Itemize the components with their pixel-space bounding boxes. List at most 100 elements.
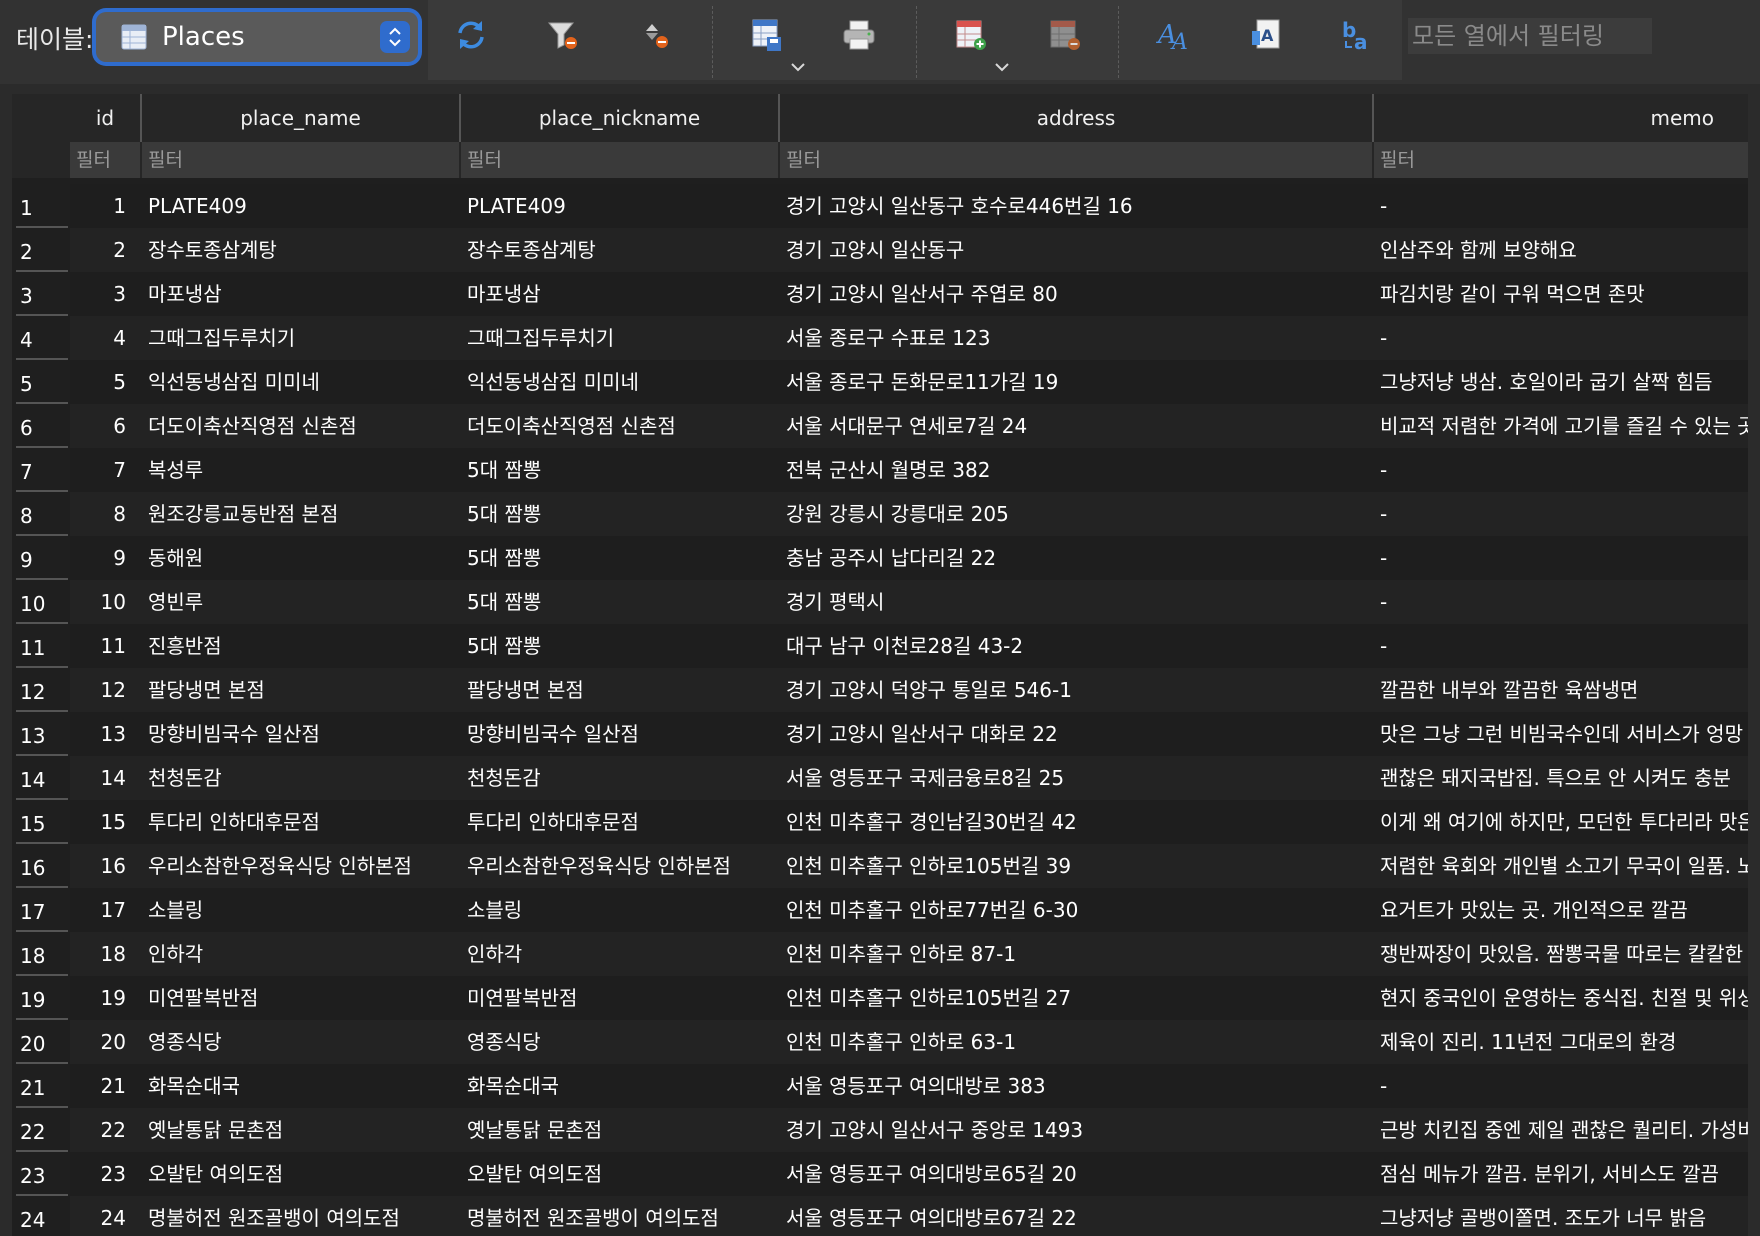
cell-address[interactable]: 강원 강릉시 강릉대로 205 bbox=[780, 492, 1373, 536]
filter-input-place-nickname[interactable] bbox=[461, 142, 780, 178]
cell-address[interactable]: 충남 공주시 납다리길 22 bbox=[780, 536, 1373, 580]
cell-address[interactable]: 경기 고양시 일산동구 bbox=[780, 228, 1373, 272]
row-number[interactable]: 1 bbox=[12, 184, 68, 228]
row-number[interactable]: 10 bbox=[12, 580, 68, 624]
table-row[interactable]: 17 17 소블링 소블링 인천 미추홀구 인하로77번길 6-30 요거트가 맛있는 곳… bbox=[12, 888, 1748, 932]
cell-place-name[interactable]: 동해원 bbox=[142, 536, 460, 580]
cell-memo[interactable]: 요거트가 맛있는 곳. 개인적으로 깔끔 bbox=[1374, 888, 1748, 932]
cell-place-nickname[interactable]: 5대 짬뽕 bbox=[461, 580, 779, 624]
sort-button[interactable] bbox=[634, 14, 680, 60]
cell-memo[interactable]: 맛은 그냥 그런 비빔국수인데 서비스가 엉망 bbox=[1374, 712, 1748, 756]
cell-id[interactable]: 14 bbox=[72, 756, 136, 800]
cell-address[interactable]: 경기 고양시 일산서구 주엽로 80 bbox=[780, 272, 1373, 316]
row-number[interactable]: 15 bbox=[12, 800, 68, 844]
insert-record-button[interactable] bbox=[948, 14, 994, 60]
cell-address[interactable]: 대구 남구 이천로28길 43-2 bbox=[780, 624, 1373, 668]
table-row[interactable]: 6 6 더도이축산직영점 신촌점 더도이축산직영점 신촌점 서울 서대문구 연세로7길 … bbox=[12, 404, 1748, 448]
cell-place-name[interactable]: 옛날통닭 문촌점 bbox=[142, 1108, 460, 1152]
row-number[interactable]: 18 bbox=[12, 932, 68, 976]
filter-all-columns-input[interactable] bbox=[1408, 18, 1652, 54]
cell-place-name[interactable]: 장수토종삼계탕 bbox=[142, 228, 460, 272]
cell-address[interactable]: 경기 평택시 bbox=[780, 580, 1373, 624]
cell-memo[interactable]: - bbox=[1374, 492, 1748, 536]
cell-id[interactable]: 7 bbox=[72, 448, 136, 492]
cell-id[interactable]: 22 bbox=[72, 1108, 136, 1152]
cell-address[interactable]: 서울 종로구 돈화문로11가길 19 bbox=[780, 360, 1373, 404]
cell-memo[interactable]: 점심 메뉴가 깔끔. 분위기, 서비스도 깔끔 bbox=[1374, 1152, 1748, 1196]
table-row[interactable]: 7 7 복성루 5대 짬뽕 전북 군산시 월명로 382- bbox=[12, 448, 1748, 492]
table-row[interactable]: 10 10 영빈루 5대 짬뽕 경기 평택시 - bbox=[12, 580, 1748, 624]
cell-address[interactable]: 서울 서대문구 연세로7길 24 bbox=[780, 404, 1373, 448]
cell-place-nickname[interactable]: 미연팔복반점 bbox=[461, 976, 779, 1020]
cell-memo[interactable]: 괜찮은 돼지국밥집. 특으로 안 시켜도 충분 bbox=[1374, 756, 1748, 800]
cell-address[interactable]: 경기 고양시 일산서구 대화로 22 bbox=[780, 712, 1373, 756]
cell-address[interactable]: 서울 영등포구 국제금융로8길 25 bbox=[780, 756, 1373, 800]
cell-id[interactable]: 10 bbox=[72, 580, 136, 624]
cell-memo[interactable]: 제육이 진리. 11년전 그대로의 환경 bbox=[1374, 1020, 1748, 1064]
insert-options-chevron-down-icon[interactable] bbox=[992, 60, 1012, 74]
cell-address[interactable]: 인천 미추홀구 인하로77번길 6-30 bbox=[780, 888, 1373, 932]
cell-place-name[interactable]: 영종식당 bbox=[142, 1020, 460, 1064]
row-number[interactable]: 2 bbox=[12, 228, 68, 272]
row-number[interactable]: 22 bbox=[12, 1108, 68, 1152]
cell-place-nickname[interactable]: 우리소참한우정육식당 인하본점 bbox=[461, 844, 779, 888]
row-number[interactable]: 16 bbox=[12, 844, 68, 888]
table-row[interactable]: 3 3 마포냉삼 마포냉삼 경기 고양시 일산서구 주엽로 80 파김치랑 같이 구워 먹… bbox=[12, 272, 1748, 316]
row-number[interactable]: 7 bbox=[12, 448, 68, 492]
table-row[interactable]: 5 5 익선동냉삼집 미미네 익선동냉삼집 미미네 서울 종로구 돈화문로11가길 19… bbox=[12, 360, 1748, 404]
cell-id[interactable]: 24 bbox=[72, 1196, 136, 1236]
clear-filters-button[interactable] bbox=[540, 14, 586, 60]
table-row[interactable]: 18 18 인하각 인하각 인천 미추홀구 인하로 87-1 쟁반짜장이 맛있음. 짬뽕국… bbox=[12, 932, 1748, 976]
cell-place-name[interactable]: 미연팔복반점 bbox=[142, 976, 460, 1020]
cell-memo[interactable]: - bbox=[1374, 1064, 1748, 1108]
row-number[interactable]: 5 bbox=[12, 360, 68, 404]
cell-memo[interactable]: 파김치랑 같이 구워 먹으면 존맛 bbox=[1374, 272, 1748, 316]
row-number[interactable]: 6 bbox=[12, 404, 68, 448]
cell-place-nickname[interactable]: 투다리 인하대후문점 bbox=[461, 800, 779, 844]
table-row[interactable]: 16 16 우리소참한우정육식당 인하본점 우리소참한우정육식당 인하본점 인천 미추홀… bbox=[12, 844, 1748, 888]
table-row[interactable]: 8 8 원조강릉교동반점 본점 5대 짬뽕 강원 강릉시 강릉대로 205- bbox=[12, 492, 1748, 536]
cell-place-nickname[interactable]: 소블링 bbox=[461, 888, 779, 932]
cell-memo[interactable]: - bbox=[1374, 448, 1748, 492]
table-row[interactable]: 15 15 투다리 인하대후문점 투다리 인하대후문점 인천 미추홀구 경인남길30번길… bbox=[12, 800, 1748, 844]
cell-id[interactable]: 8 bbox=[72, 492, 136, 536]
cell-address[interactable]: 서울 종로구 수표로 123 bbox=[780, 316, 1373, 360]
cell-place-name[interactable]: 명불허전 원조골뱅이 여의도점 bbox=[142, 1196, 460, 1236]
cell-address[interactable]: 경기 고양시 일산서구 중앙로 1493 bbox=[780, 1108, 1373, 1152]
cell-memo[interactable]: - bbox=[1374, 580, 1748, 624]
table-row[interactable]: 9 9 동해원 5대 짬뽕 충남 공주시 납다리길 22- bbox=[12, 536, 1748, 580]
cell-place-nickname[interactable]: 5대 짬뽕 bbox=[461, 492, 779, 536]
cell-address[interactable]: 인천 미추홀구 인하로 87-1 bbox=[780, 932, 1373, 976]
cell-place-nickname[interactable]: 익선동냉삼집 미미네 bbox=[461, 360, 779, 404]
cell-id[interactable]: 21 bbox=[72, 1064, 136, 1108]
cell-memo[interactable]: - bbox=[1374, 624, 1748, 668]
column-header-memo[interactable]: memo bbox=[1374, 94, 1748, 142]
cell-place-name[interactable]: PLATE409 bbox=[142, 184, 460, 228]
cell-place-name[interactable]: 진흥반점 bbox=[142, 624, 460, 668]
filter-input-place-name[interactable] bbox=[142, 142, 461, 178]
cell-place-name[interactable]: 우리소참한우정육식당 인하본점 bbox=[142, 844, 460, 888]
cell-place-name[interactable]: 망향비빔국수 일산점 bbox=[142, 712, 460, 756]
cell-id[interactable]: 15 bbox=[72, 800, 136, 844]
cell-place-name[interactable]: 그때그집두루치기 bbox=[142, 316, 460, 360]
cell-place-nickname[interactable]: PLATE409 bbox=[461, 184, 779, 228]
table-row[interactable]: 24 24 명불허전 원조골뱅이 여의도점 명불허전 원조골뱅이 여의도점 서울 영등포… bbox=[12, 1196, 1748, 1236]
cell-address[interactable]: 인천 미추홀구 경인남길30번길 42 bbox=[780, 800, 1373, 844]
cell-id[interactable]: 3 bbox=[72, 272, 136, 316]
cell-place-nickname[interactable]: 영종식당 bbox=[461, 1020, 779, 1064]
cell-id[interactable]: 6 bbox=[72, 404, 136, 448]
font-button[interactable]: A A bbox=[1152, 14, 1198, 60]
table-row[interactable]: 14 14 천청돈감 천청돈감 서울 영등포구 국제금융로8길 25 괜찮은 돼지국밥집.… bbox=[12, 756, 1748, 800]
filter-input-address[interactable] bbox=[780, 142, 1374, 178]
cell-address[interactable]: 전북 군산시 월명로 382 bbox=[780, 448, 1373, 492]
cell-memo[interactable]: 그냥저냥 냉삼. 호일이라 굽기 살짝 힘듬 bbox=[1374, 360, 1748, 404]
cell-place-nickname[interactable]: 5대 짬뽕 bbox=[461, 448, 779, 492]
cell-memo[interactable]: - bbox=[1374, 536, 1748, 580]
cell-memo[interactable]: 현지 중국인이 운영하는 중식집. 친절 및 위생 bbox=[1374, 976, 1748, 1020]
cell-memo[interactable]: - bbox=[1374, 316, 1748, 360]
row-number[interactable]: 4 bbox=[12, 316, 68, 360]
cell-place-nickname[interactable]: 옛날통닭 문촌점 bbox=[461, 1108, 779, 1152]
cell-place-name[interactable]: 천청돈감 bbox=[142, 756, 460, 800]
cell-place-name[interactable]: 오발탄 여의도점 bbox=[142, 1152, 460, 1196]
column-header-address[interactable]: address bbox=[780, 94, 1374, 142]
